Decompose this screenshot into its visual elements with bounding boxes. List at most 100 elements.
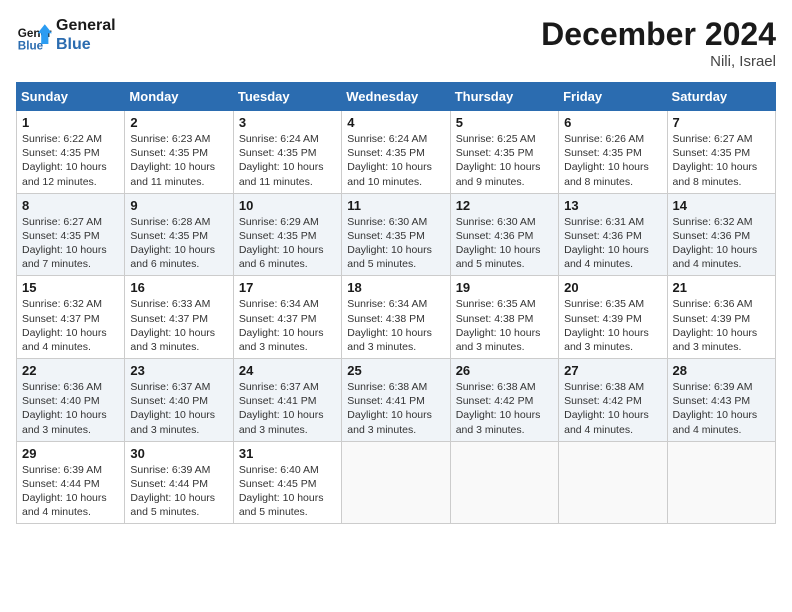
- logo-general: General: [56, 16, 116, 35]
- day-number: 9: [130, 198, 227, 213]
- day-number: 20: [564, 280, 661, 295]
- calendar-cell: 19 Sunrise: 6:35 AM Sunset: 4:38 PM Dayli…: [450, 276, 558, 359]
- calendar-cell: 17 Sunrise: 6:34 AM Sunset: 4:37 PM Dayli…: [233, 276, 341, 359]
- calendar-cell: 9 Sunrise: 6:28 AM Sunset: 4:35 PM Daylig…: [125, 193, 233, 276]
- svg-text:Blue: Blue: [18, 40, 44, 53]
- calendar-cell: 18Sunrise: 6:34 AM Sunset: 4:38 PM Dayli…: [342, 276, 450, 359]
- day-number: 14: [673, 198, 770, 213]
- day-number: 10: [239, 198, 336, 213]
- title-block: December 2024 Nili, Israel: [541, 16, 776, 70]
- header-day-saturday: Saturday: [667, 83, 775, 111]
- header-day-sunday: Sunday: [17, 83, 125, 111]
- day-number: 4: [347, 115, 444, 130]
- day-number: 1: [22, 115, 119, 130]
- day-number: 8: [22, 198, 119, 213]
- calendar-cell: 2Sunrise: 6:23 AM Sunset: 4:35 PM Daylig…: [125, 111, 233, 194]
- calendar-cell: [559, 441, 667, 524]
- day-number: 21: [673, 280, 770, 295]
- day-number: 17: [239, 280, 336, 295]
- day-info: Sunrise: 6:22 AM Sunset: 4:35 PM Dayligh…: [22, 132, 119, 189]
- calendar-cell: 7Sunrise: 6:27 AM Sunset: 4:35 PM Daylig…: [667, 111, 775, 194]
- calendar-cell: 25 Sunrise: 6:38 AM Sunset: 4:41 PM Dayli…: [342, 359, 450, 442]
- header-row: SundayMondayTuesdayWednesdayThursdayFrid…: [17, 83, 776, 111]
- calendar-cell: 12 Sunrise: 6:30 AM Sunset: 4:36 PM Dayli…: [450, 193, 558, 276]
- location: Nili, Israel: [541, 53, 776, 70]
- day-number: 23: [130, 363, 227, 378]
- calendar-cell: 11 Sunrise: 6:30 AM Sunset: 4:35 PM Dayli…: [342, 193, 450, 276]
- day-number: 12: [456, 198, 553, 213]
- day-info: Sunrise: 6:28 AM Sunset: 4:35 PM Dayligh…: [130, 215, 227, 272]
- day-number: 11: [347, 198, 444, 213]
- day-number: 13: [564, 198, 661, 213]
- calendar-cell: 23 Sunrise: 6:37 AM Sunset: 4:40 PM Dayli…: [125, 359, 233, 442]
- calendar-cell: 27 Sunrise: 6:38 AM Sunset: 4:42 PM Dayli…: [559, 359, 667, 442]
- header-day-thursday: Thursday: [450, 83, 558, 111]
- day-info: Sunrise: 6:26 AM Sunset: 4:35 PM Dayligh…: [564, 132, 661, 189]
- day-number: 24: [239, 363, 336, 378]
- header-day-monday: Monday: [125, 83, 233, 111]
- day-info: Sunrise: 6:38 AM Sunset: 4:41 PM Dayligh…: [347, 380, 444, 437]
- day-info: Sunrise: 6:39 AM Sunset: 4:43 PM Dayligh…: [673, 380, 770, 437]
- day-info: Sunrise: 6:37 AM Sunset: 4:41 PM Dayligh…: [239, 380, 336, 437]
- calendar-cell: 1 Sunrise: 6:22 AM Sunset: 4:35 PM Daylig…: [17, 111, 125, 194]
- day-info: Sunrise: 6:27 AM Sunset: 4:35 PM Dayligh…: [22, 215, 119, 272]
- calendar-cell: 10 Sunrise: 6:29 AM Sunset: 4:35 PM Dayli…: [233, 193, 341, 276]
- week-row-2: 8 Sunrise: 6:27 AM Sunset: 4:35 PM Daylig…: [17, 193, 776, 276]
- calendar-cell: [342, 441, 450, 524]
- day-info: Sunrise: 6:25 AM Sunset: 4:35 PM Dayligh…: [456, 132, 553, 189]
- calendar-cell: 29 Sunrise: 6:39 AM Sunset: 4:44 PM Dayli…: [17, 441, 125, 524]
- calendar-cell: 30 Sunrise: 6:39 AM Sunset: 4:44 PM Dayli…: [125, 441, 233, 524]
- week-row-5: 29 Sunrise: 6:39 AM Sunset: 4:44 PM Dayli…: [17, 441, 776, 524]
- calendar-cell: 26 Sunrise: 6:38 AM Sunset: 4:42 PM Dayli…: [450, 359, 558, 442]
- week-row-1: 1 Sunrise: 6:22 AM Sunset: 4:35 PM Daylig…: [17, 111, 776, 194]
- day-info: Sunrise: 6:30 AM Sunset: 4:35 PM Dayligh…: [347, 215, 444, 272]
- day-number: 22: [22, 363, 119, 378]
- day-info: Sunrise: 6:32 AM Sunset: 4:37 PM Dayligh…: [22, 297, 119, 354]
- calendar-cell: 22Sunrise: 6:36 AM Sunset: 4:40 PM Dayli…: [17, 359, 125, 442]
- day-info: Sunrise: 6:39 AM Sunset: 4:44 PM Dayligh…: [22, 463, 119, 520]
- calendar-cell: 13Sunrise: 6:31 AM Sunset: 4:36 PM Dayli…: [559, 193, 667, 276]
- day-info: Sunrise: 6:38 AM Sunset: 4:42 PM Dayligh…: [456, 380, 553, 437]
- day-number: 2: [130, 115, 227, 130]
- day-number: 5: [456, 115, 553, 130]
- day-number: 18: [347, 280, 444, 295]
- day-number: 30: [130, 446, 227, 461]
- calendar-cell: 31 Sunrise: 6:40 AM Sunset: 4:45 PM Dayli…: [233, 441, 341, 524]
- calendar-cell: 16Sunrise: 6:33 AM Sunset: 4:37 PM Dayli…: [125, 276, 233, 359]
- page-header: General Blue General Blue December 2024 …: [16, 16, 776, 70]
- day-info: Sunrise: 6:30 AM Sunset: 4:36 PM Dayligh…: [456, 215, 553, 272]
- day-info: Sunrise: 6:29 AM Sunset: 4:35 PM Dayligh…: [239, 215, 336, 272]
- day-number: 27: [564, 363, 661, 378]
- day-number: 29: [22, 446, 119, 461]
- logo-icon: General Blue: [16, 17, 52, 53]
- day-number: 28: [673, 363, 770, 378]
- calendar-table: SundayMondayTuesdayWednesdayThursdayFrid…: [16, 82, 776, 524]
- logo: General Blue General Blue: [16, 16, 116, 54]
- day-number: 25: [347, 363, 444, 378]
- calendar-cell: 4Sunrise: 6:24 AM Sunset: 4:35 PM Daylig…: [342, 111, 450, 194]
- logo-blue: Blue: [56, 35, 116, 54]
- day-info: Sunrise: 6:33 AM Sunset: 4:37 PM Dayligh…: [130, 297, 227, 354]
- day-number: 31: [239, 446, 336, 461]
- day-info: Sunrise: 6:37 AM Sunset: 4:40 PM Dayligh…: [130, 380, 227, 437]
- calendar-cell: 24 Sunrise: 6:37 AM Sunset: 4:41 PM Dayli…: [233, 359, 341, 442]
- day-info: Sunrise: 6:35 AM Sunset: 4:38 PM Dayligh…: [456, 297, 553, 354]
- calendar-cell: 20 Sunrise: 6:35 AM Sunset: 4:39 PM Dayli…: [559, 276, 667, 359]
- calendar-cell: 8 Sunrise: 6:27 AM Sunset: 4:35 PM Daylig…: [17, 193, 125, 276]
- day-info: Sunrise: 6:34 AM Sunset: 4:37 PM Dayligh…: [239, 297, 336, 354]
- calendar-cell: [667, 441, 775, 524]
- day-info: Sunrise: 6:36 AM Sunset: 4:39 PM Dayligh…: [673, 297, 770, 354]
- calendar-cell: 14 Sunrise: 6:32 AM Sunset: 4:36 PM Dayli…: [667, 193, 775, 276]
- day-number: 15: [22, 280, 119, 295]
- day-info: Sunrise: 6:35 AM Sunset: 4:39 PM Dayligh…: [564, 297, 661, 354]
- calendar-cell: 5 Sunrise: 6:25 AM Sunset: 4:35 PM Daylig…: [450, 111, 558, 194]
- day-info: Sunrise: 6:40 AM Sunset: 4:45 PM Dayligh…: [239, 463, 336, 520]
- day-number: 19: [456, 280, 553, 295]
- day-number: 26: [456, 363, 553, 378]
- week-row-3: 15 Sunrise: 6:32 AM Sunset: 4:37 PM Dayli…: [17, 276, 776, 359]
- day-info: Sunrise: 6:38 AM Sunset: 4:42 PM Dayligh…: [564, 380, 661, 437]
- day-info: Sunrise: 6:39 AM Sunset: 4:44 PM Dayligh…: [130, 463, 227, 520]
- week-row-4: 22Sunrise: 6:36 AM Sunset: 4:40 PM Dayli…: [17, 359, 776, 442]
- day-info: Sunrise: 6:32 AM Sunset: 4:36 PM Dayligh…: [673, 215, 770, 272]
- header-day-tuesday: Tuesday: [233, 83, 341, 111]
